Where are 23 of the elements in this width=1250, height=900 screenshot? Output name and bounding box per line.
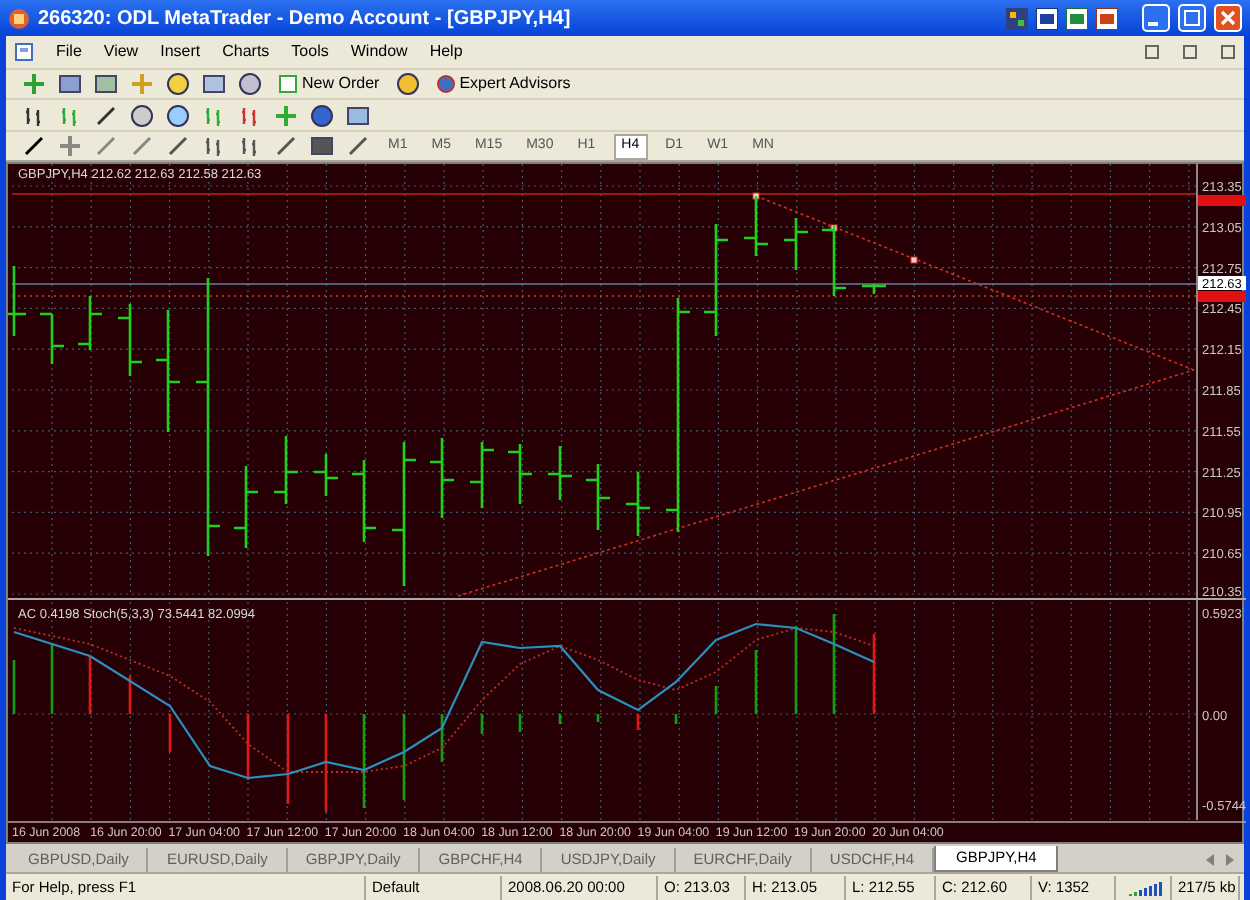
menu-item[interactable]: Help [429, 39, 463, 63]
menu-item[interactable]: Tools [291, 39, 329, 63]
window-title: 266320: ODL MetaTrader - Demo Account - [GBPJPY,H4] [38, 5, 573, 33]
restore-icon[interactable] [1182, 43, 1198, 59]
new-order-button[interactable]: New Order [274, 72, 384, 96]
price-marker [1198, 195, 1246, 206]
menu-item[interactable]: Charts [222, 39, 270, 63]
maximize-icon[interactable] [1178, 4, 1206, 32]
menu-item[interactable]: File [56, 39, 82, 63]
bar-chart-icon[interactable] [22, 103, 46, 127]
menu-item[interactable]: Insert [160, 39, 201, 63]
line-chart-icon[interactable] [94, 103, 118, 127]
minimize-icon[interactable] [1144, 43, 1160, 59]
trendline-icon[interactable] [166, 134, 190, 158]
price-marker [1198, 291, 1246, 302]
menu-item[interactable]: Window [350, 39, 408, 63]
document-icon[interactable] [14, 41, 34, 61]
scroll-right-icon[interactable] [1224, 854, 1236, 866]
expert-advisors-button[interactable]: Expert Advisors [431, 72, 575, 96]
scroll-left-icon[interactable] [1204, 854, 1216, 866]
menu-item[interactable]: View [103, 39, 139, 63]
crosshair-icon[interactable] [58, 134, 82, 158]
close-icon[interactable] [1220, 43, 1236, 59]
